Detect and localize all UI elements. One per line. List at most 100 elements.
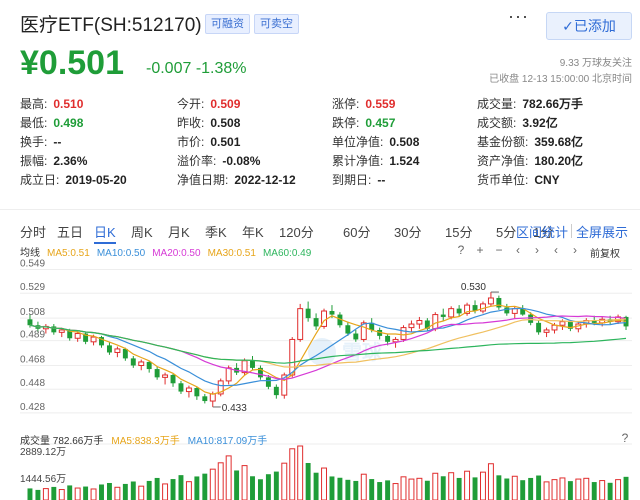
volume-bar [623, 476, 629, 500]
stat-item: 净值日期: 2022-12-12 [177, 171, 296, 188]
candle-body [178, 383, 184, 392]
tab-period[interactable]: 月K [168, 222, 190, 241]
volume-bar [448, 472, 455, 500]
candle-body [27, 319, 33, 326]
volume-legend: 成交量 782.66万手 MA5:838.3万手 MA10:817.09万手 [20, 432, 275, 447]
volume-bar [313, 472, 319, 500]
more-icon[interactable]: ··· [508, 6, 529, 27]
tab-period[interactable]: 季K [205, 222, 227, 241]
volume-bar [345, 479, 351, 500]
range-stats-tab[interactable]: 区间统计 [516, 222, 568, 241]
fullscreen-tab[interactable]: 全屏展示 [576, 222, 628, 241]
change-value: -0.007 [146, 60, 192, 77]
volume-bar [154, 477, 160, 500]
tab-period[interactable]: 年K [242, 222, 264, 241]
candle-body [511, 308, 518, 314]
tab-period[interactable]: 周K [131, 222, 153, 241]
tab-period[interactable]: 五日 [57, 222, 83, 241]
candle-body [440, 314, 446, 317]
stat-label: 溢价率: [177, 154, 217, 168]
stat-item: 振幅: 2.36% [20, 152, 87, 169]
stat-label: 到期日: [332, 173, 372, 187]
candle-body [170, 374, 176, 384]
stat-item: 涨停: 0.559 [332, 95, 395, 112]
volume-bar [35, 489, 41, 500]
tab-period[interactable]: 15分 [445, 222, 472, 241]
candle-body [385, 335, 391, 342]
tab-period[interactable]: 120分 [279, 222, 314, 241]
stat-value: -0.08% [222, 154, 261, 168]
volume-bar [74, 487, 81, 500]
volume-bar [273, 471, 279, 500]
volume-legend-item: 成交量 782.66万手 [20, 436, 104, 447]
stat-label: 净值日期: [177, 173, 229, 187]
candle-body [536, 322, 542, 333]
volume-bar [559, 477, 566, 500]
stat-value: 2.36% [53, 154, 88, 168]
volume-bar [281, 462, 288, 500]
fund-title: 医疗ETF(SH:512170) [20, 15, 202, 36]
volume-legend-item: MA5:838.3万手 [111, 436, 180, 447]
short-sell-tag: 可卖空 [254, 14, 299, 34]
stat-label: 换手: [20, 135, 48, 149]
volume-bar [114, 486, 121, 500]
candle-body [559, 321, 566, 326]
candle-body [392, 338, 399, 343]
volume-tick-label: 1444.56万 [20, 474, 66, 485]
candle-body [289, 338, 296, 376]
volume-bar [607, 482, 613, 500]
y-tick-label: 0.529 [20, 282, 45, 293]
volume-bar [162, 483, 169, 500]
volume-axis-labels: 2889.12万 1444.56万 [20, 447, 66, 485]
stat-item: 基金份额: 359.68亿 [477, 133, 583, 150]
added-watchlist-button[interactable]: ✓已添加 [546, 12, 632, 40]
tab-period[interactable]: 分时 [20, 222, 46, 241]
volume-bar [424, 480, 430, 500]
candle-body [273, 386, 279, 396]
volume-bar [377, 482, 383, 500]
candle-body [504, 307, 510, 314]
volume-bar [480, 471, 486, 500]
volume-bar [185, 481, 192, 500]
candle-body [209, 393, 216, 402]
margin-tag: 可融资 [205, 14, 250, 34]
volume-bar [511, 475, 518, 500]
volume-bar [385, 480, 391, 500]
stat-value: 1.524 [389, 154, 420, 168]
volume-bar [432, 472, 439, 500]
stat-label: 跌停: [332, 116, 360, 130]
stat-item: 今开: 0.509 [177, 95, 240, 112]
tab-period[interactable]: 30分 [394, 222, 421, 241]
volume-help-icon[interactable]: ? [618, 432, 632, 446]
tab-period[interactable]: 日K [94, 222, 116, 244]
stat-item: 换手: -- [20, 133, 61, 150]
volume-bar [234, 470, 240, 500]
volume-bar [583, 477, 590, 500]
candle-body [146, 361, 152, 370]
stat-value: 0.457 [365, 116, 396, 130]
volume-bar [83, 486, 89, 500]
tab-period[interactable]: 60分 [343, 222, 370, 241]
volume-bar [51, 486, 57, 500]
stat-label: 成立日: [20, 173, 60, 187]
volume-bar [369, 479, 375, 500]
volume-bar [321, 467, 327, 500]
volume-bar [209, 468, 216, 500]
candle-body [297, 308, 304, 340]
volume-bars [20, 443, 632, 500]
stat-value: 0.509 [210, 97, 241, 111]
change-percent: -1.38% [195, 60, 247, 77]
candle-body [313, 318, 319, 327]
volume-bar [170, 479, 176, 500]
stat-item: 最高: 0.510 [20, 95, 83, 112]
volume-bar [225, 455, 232, 500]
stat-label: 单位净值: [332, 135, 384, 149]
stat-item: 成立日: 2019-05-20 [20, 171, 127, 188]
tab-period[interactable]: 5分 [496, 222, 516, 241]
volume-bar [408, 478, 415, 500]
candle-body [416, 319, 423, 325]
annotation-label: 0.530 [461, 282, 486, 293]
candle-body [114, 348, 121, 353]
candle-body [432, 314, 439, 330]
candle-body [456, 308, 462, 314]
